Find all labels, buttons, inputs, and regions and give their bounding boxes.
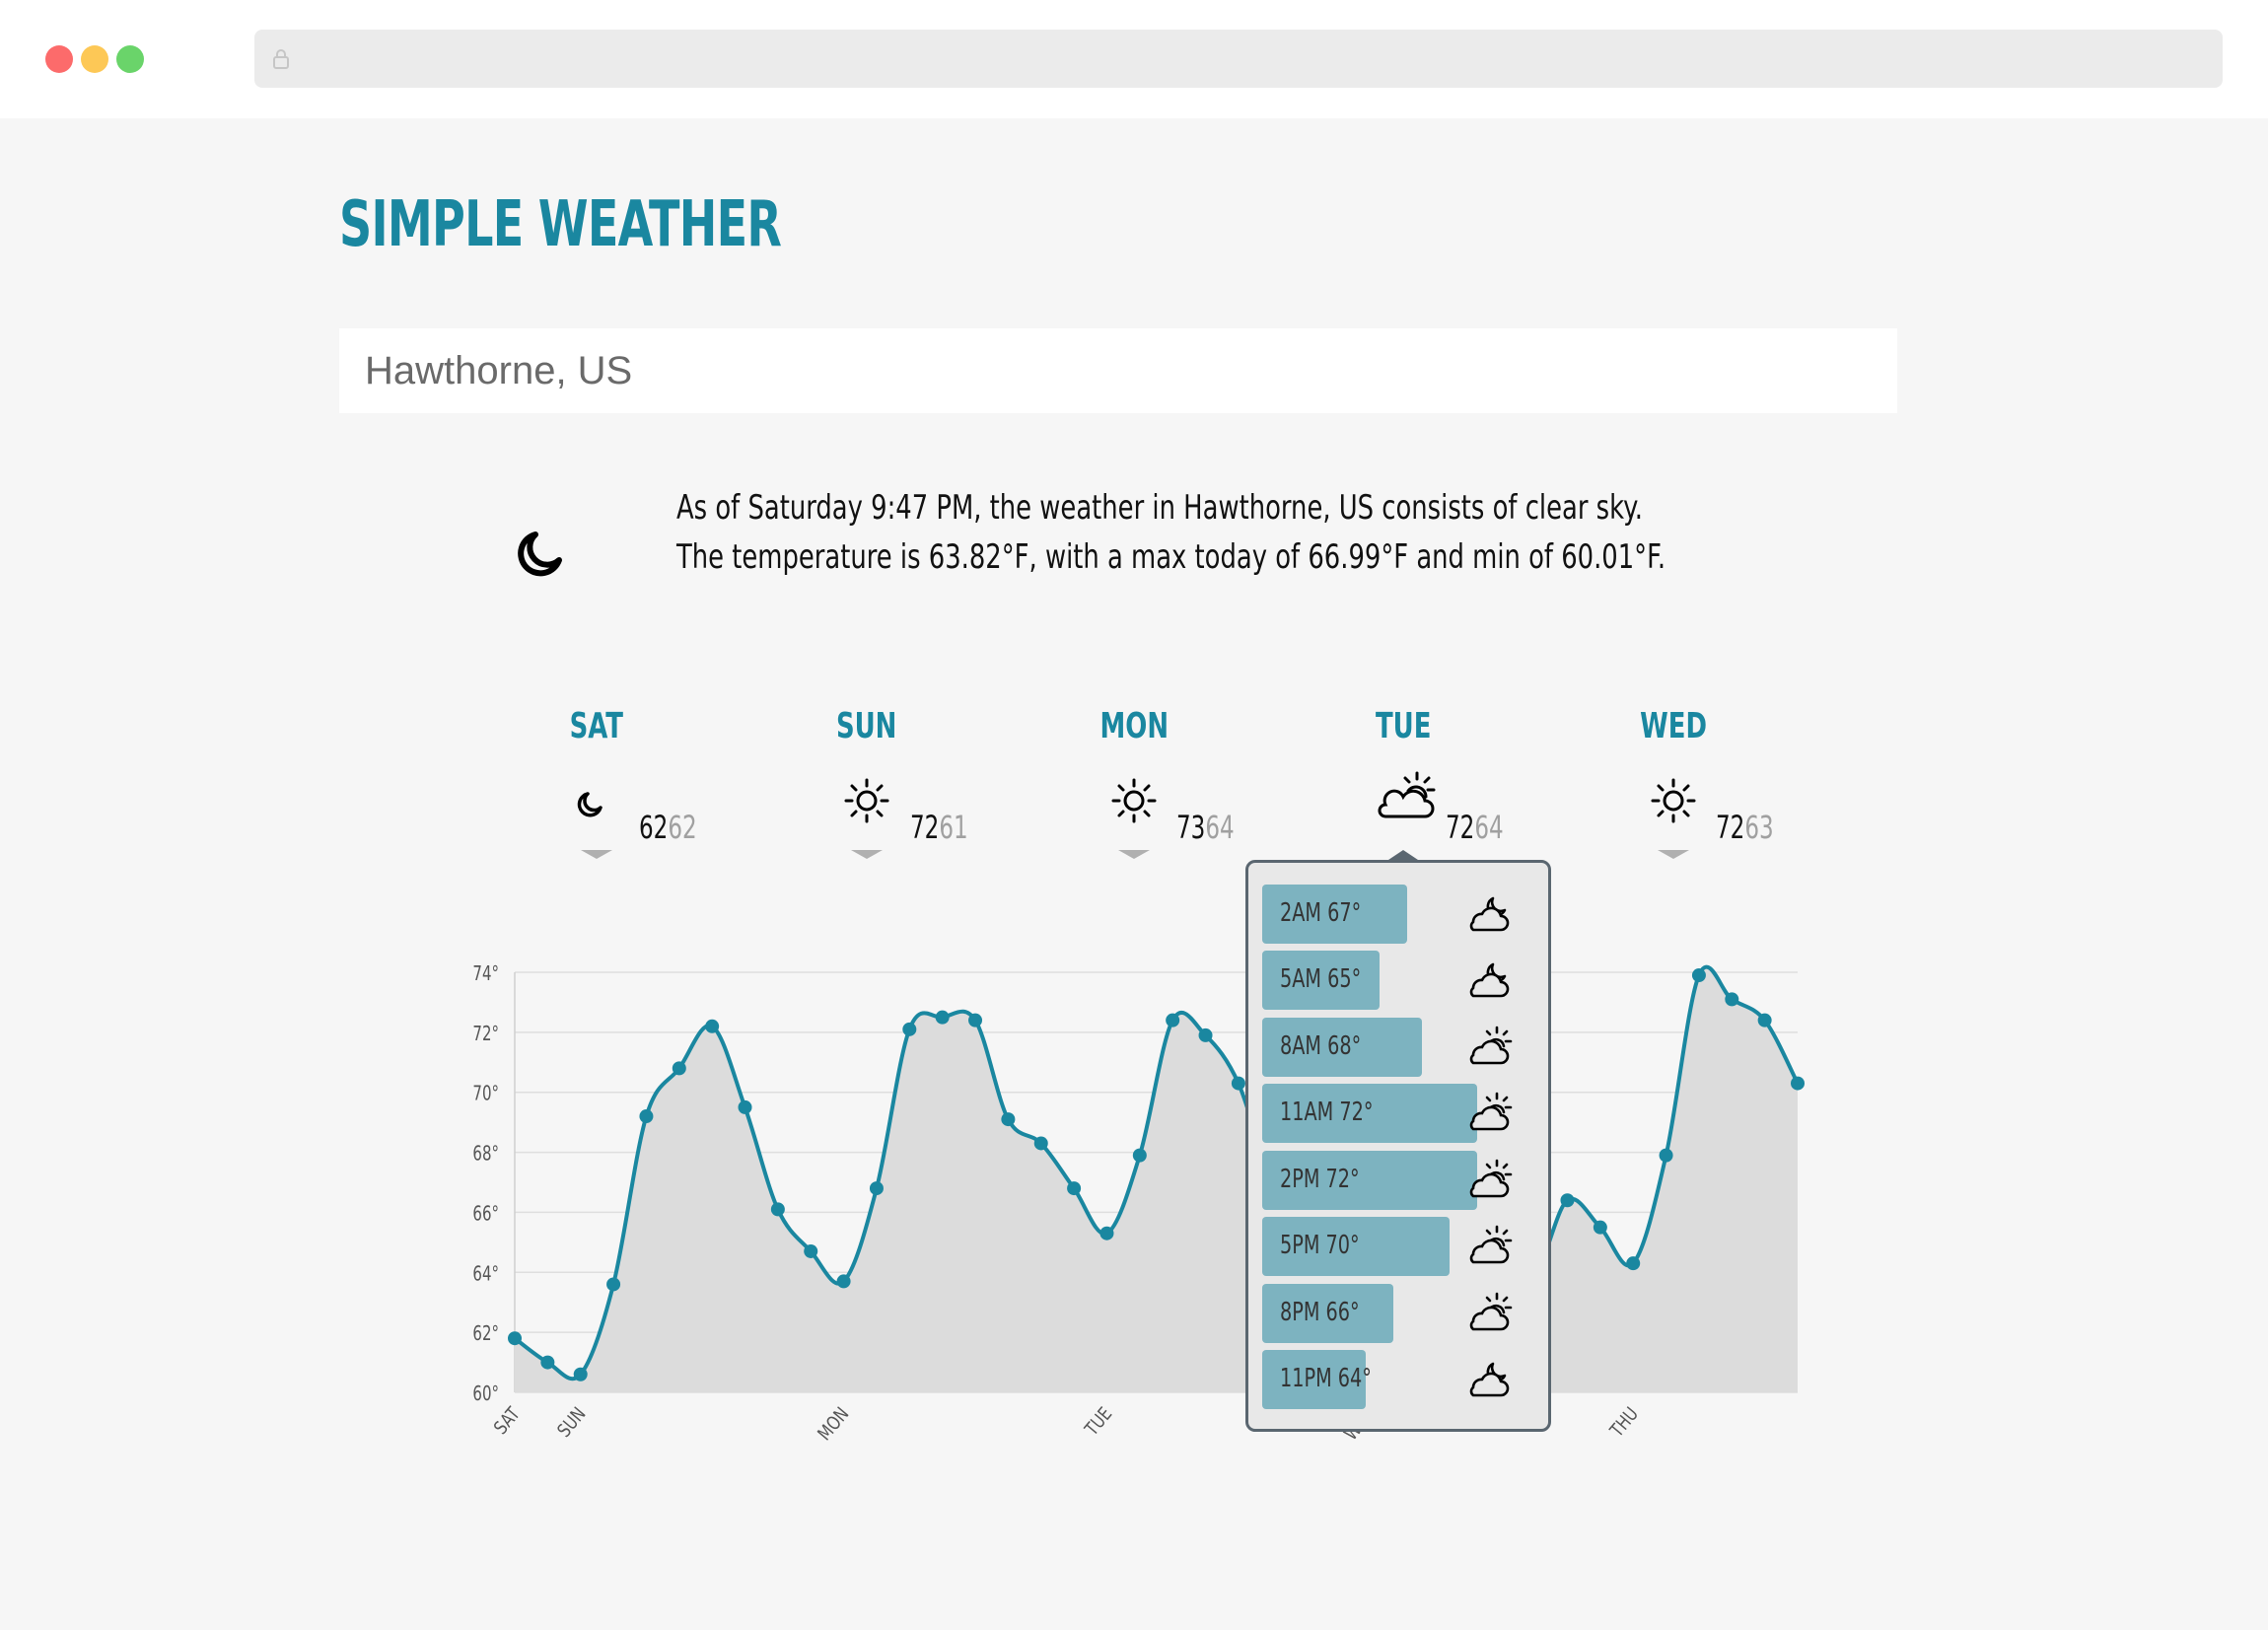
cloudy-night-icon	[1469, 1362, 1510, 1397]
data-point	[1033, 1136, 1048, 1151]
hour-label: 8AM 68°	[1280, 1031, 1362, 1061]
hour-label: 11PM 64°	[1280, 1364, 1372, 1393]
data-point	[1626, 1256, 1641, 1271]
data-point	[639, 1109, 654, 1124]
data-point	[935, 1010, 950, 1025]
data-point	[1593, 1220, 1607, 1235]
y-tick-label: 60°	[472, 1383, 499, 1406]
data-point	[705, 1019, 720, 1033]
data-point	[672, 1061, 686, 1076]
x-tick-label: THU	[1605, 1403, 1643, 1442]
y-tick-label: 68°	[472, 1144, 499, 1167]
x-tick-label: SUN	[553, 1403, 591, 1442]
data-point	[1001, 1112, 1016, 1127]
data-point	[902, 1022, 917, 1036]
y-tick-label: 66°	[472, 1203, 499, 1226]
hour-label: 8PM 66°	[1280, 1298, 1360, 1327]
data-point	[606, 1277, 621, 1292]
temperature-chart: 60°62°64°66°68°70°72°74° SATSUNMONTUEWED…	[472, 963, 1805, 1445]
data-point	[869, 1181, 884, 1196]
data-point	[1791, 1076, 1805, 1091]
x-tick-label: MON	[814, 1403, 853, 1445]
x-tick-label: SAT	[490, 1403, 525, 1439]
data-point	[770, 1202, 785, 1217]
partly-cloudy-icon	[1469, 1026, 1513, 1065]
data-point	[508, 1331, 522, 1346]
y-tick-label: 62°	[472, 1323, 499, 1346]
data-point	[1659, 1148, 1673, 1163]
hour-label: 2PM 72°	[1280, 1165, 1360, 1194]
cloudy-night-icon	[1469, 962, 1510, 998]
y-tick-label: 64°	[472, 1263, 499, 1286]
data-point	[1757, 1013, 1772, 1028]
data-point	[1166, 1013, 1180, 1028]
data-point	[1231, 1076, 1245, 1091]
data-point	[1560, 1193, 1575, 1208]
data-point	[1067, 1181, 1082, 1196]
hour-label: 2AM 67°	[1280, 898, 1362, 928]
partly-cloudy-icon	[1469, 1225, 1513, 1264]
data-point	[573, 1367, 588, 1382]
partly-cloudy-icon	[1469, 1159, 1513, 1198]
data-point	[540, 1355, 555, 1370]
hourly-forecast-popup: 2AM 67° 5AM 65° 8AM 68° 11AM 72° 2PM 72°…	[1245, 860, 1551, 1432]
data-point	[1099, 1226, 1114, 1240]
data-point	[804, 1243, 818, 1258]
data-point	[1725, 992, 1739, 1007]
data-point	[1132, 1148, 1147, 1163]
data-point	[968, 1013, 983, 1028]
data-point	[1198, 1028, 1213, 1042]
hour-label: 5AM 65°	[1280, 964, 1362, 994]
data-point	[738, 1099, 752, 1114]
partly-cloudy-icon	[1469, 1092, 1513, 1131]
data-point	[836, 1274, 851, 1289]
y-tick-label: 72°	[472, 1024, 499, 1046]
hour-label: 11AM 72°	[1280, 1098, 1374, 1127]
y-axis-ticks: 60° 62° 64° 66° 68° 70° 72° 74°	[472, 963, 499, 1406]
data-point	[1691, 968, 1706, 983]
y-tick-label: 70°	[472, 1084, 499, 1106]
x-tick-label: TUE	[1081, 1403, 1117, 1441]
y-tick-label: 74°	[472, 963, 499, 986]
partly-cloudy-icon	[1469, 1292, 1513, 1331]
cloudy-night-icon	[1469, 896, 1510, 932]
hour-label: 5PM 70°	[1280, 1231, 1360, 1260]
